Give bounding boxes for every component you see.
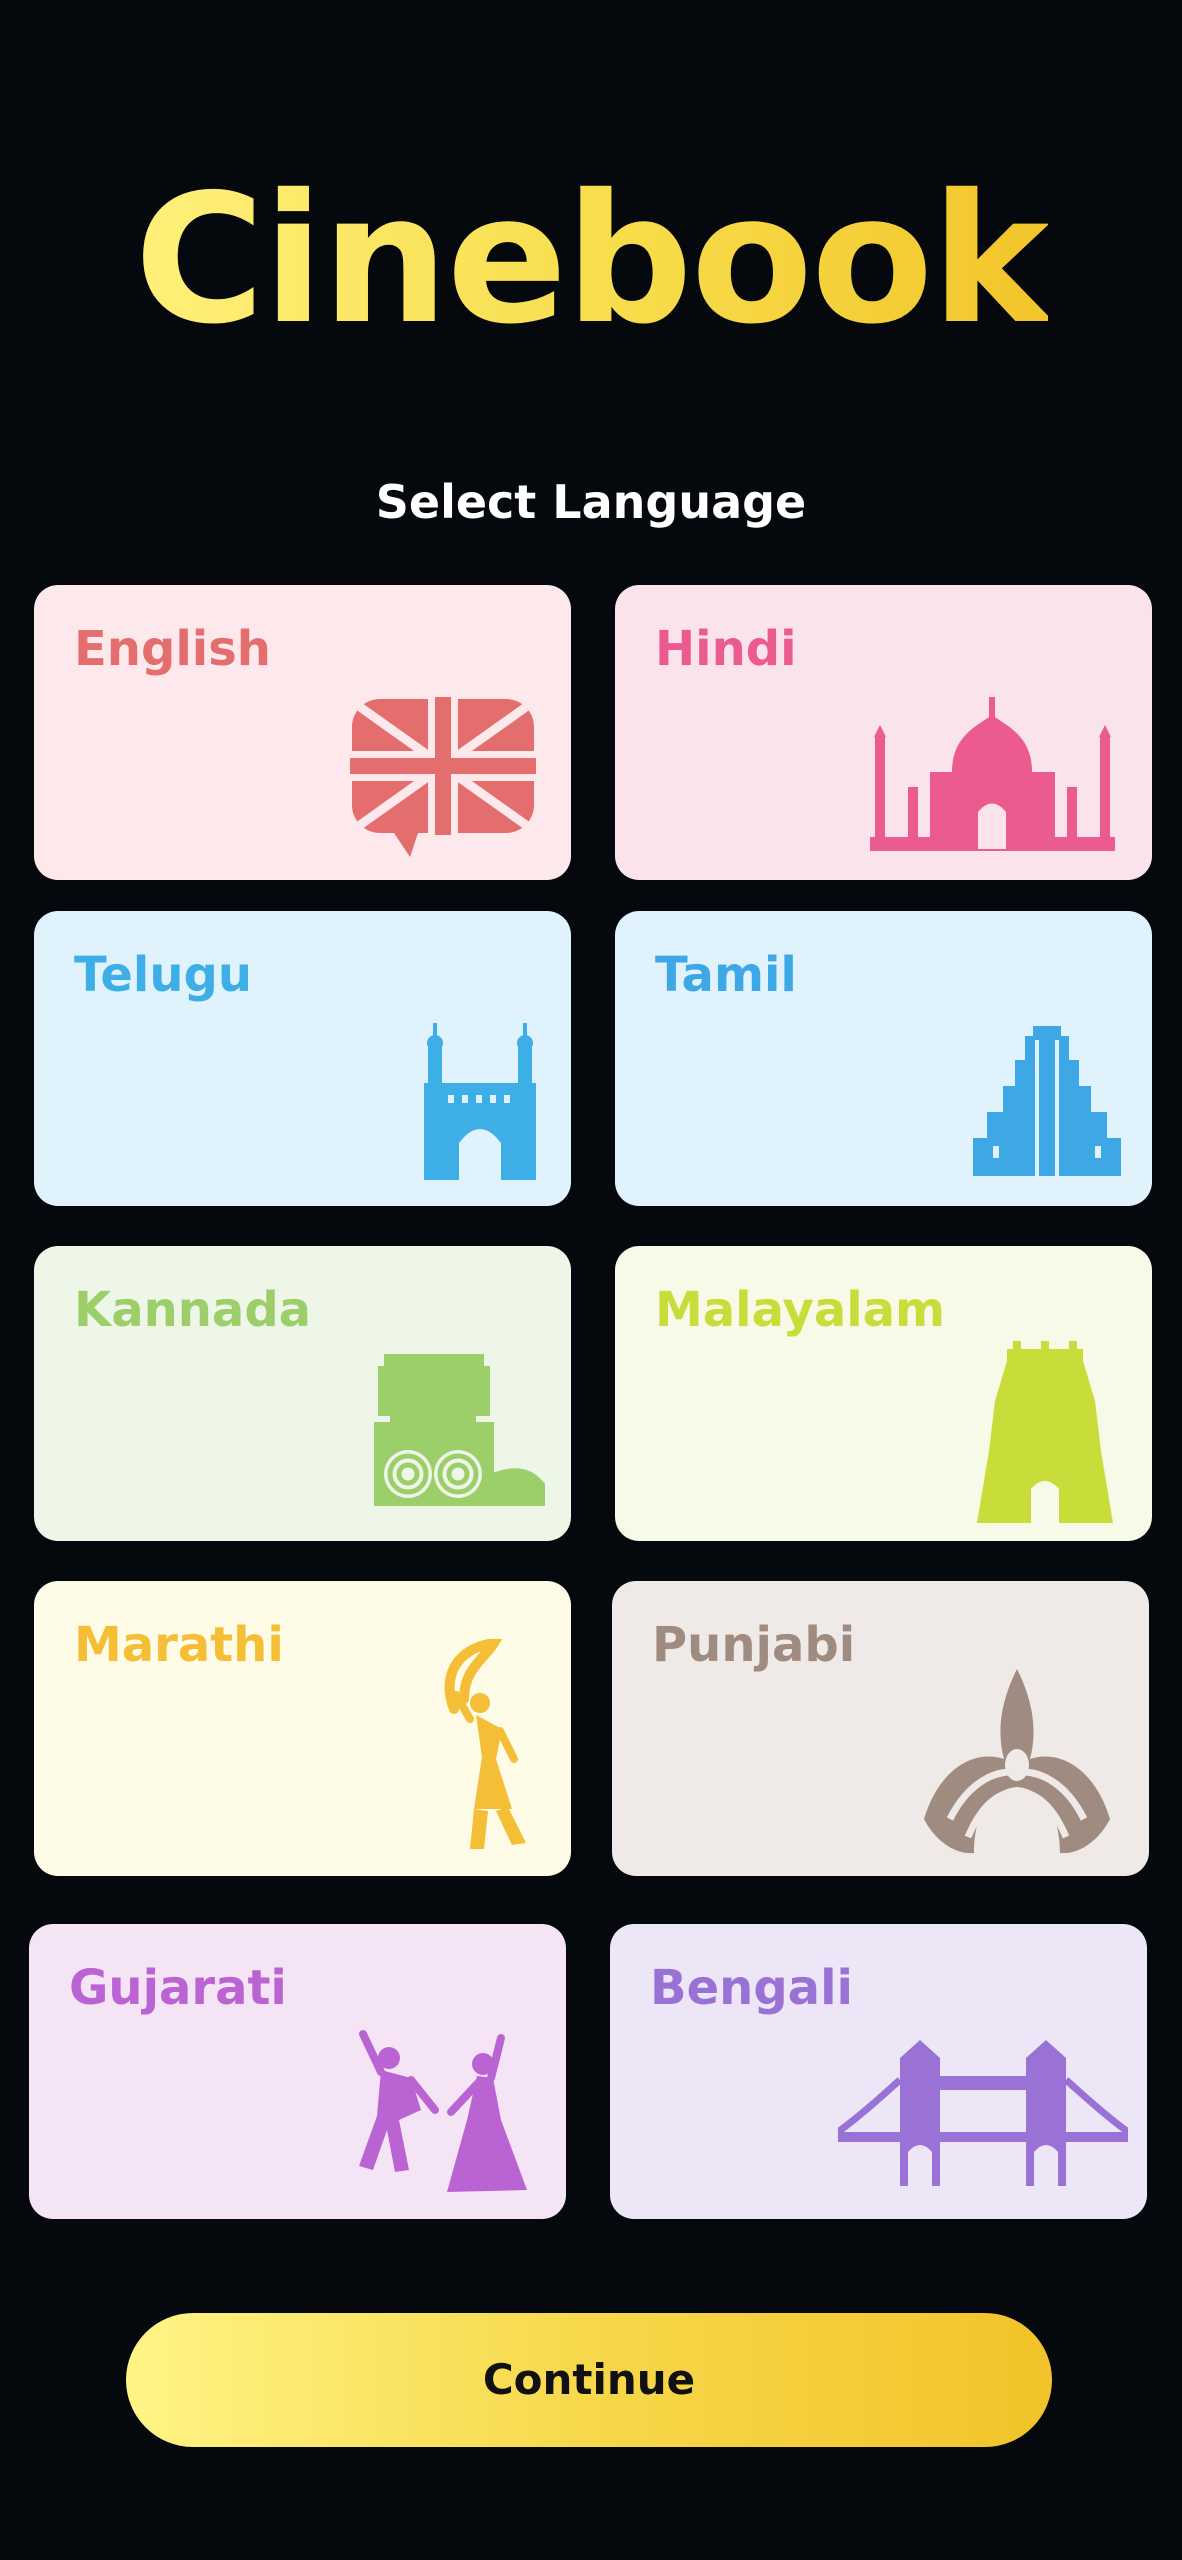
language-label: Telugu — [74, 947, 253, 1003]
language-label: Punjabi — [652, 1617, 856, 1673]
continue-button[interactable]: Continue — [126, 2313, 1052, 2447]
language-card-marathi[interactable]: Marathi — [34, 1581, 571, 1876]
language-label: Kannada — [74, 1282, 312, 1338]
turban-icon — [924, 1669, 1110, 1854]
language-label: English — [74, 621, 271, 677]
language-card-hindi[interactable]: Hindi — [615, 585, 1152, 880]
uk-flag-speech-bubble-icon — [350, 697, 536, 857]
language-label: Gujarati — [69, 1960, 287, 2016]
language-label: Malayalam — [655, 1282, 946, 1338]
language-card-punjabi[interactable]: Punjabi — [612, 1581, 1149, 1876]
language-label: Marathi — [74, 1617, 284, 1673]
language-label: Hindi — [655, 621, 797, 677]
garba-dancers-icon — [359, 2030, 527, 2192]
language-card-malayalam[interactable]: Malayalam — [615, 1246, 1152, 1541]
lavani-dancer-icon — [444, 1639, 526, 1849]
hampi-stone-chariot-icon — [374, 1354, 545, 1506]
language-card-english[interactable]: English — [34, 585, 571, 880]
language-label: Bengali — [650, 1960, 853, 2016]
language-card-gujarati[interactable]: Gujarati — [29, 1924, 566, 2219]
charminar-icon — [424, 1023, 536, 1180]
language-label: Tamil — [655, 947, 797, 1003]
language-card-kannada[interactable]: Kannada — [34, 1246, 571, 1541]
language-card-telugu[interactable]: Telugu — [34, 911, 571, 1206]
select-language-heading: Select Language — [375, 475, 807, 529]
howrah-bridge-icon — [838, 2040, 1128, 2186]
taj-mahal-icon — [870, 697, 1115, 851]
language-card-tamil[interactable]: Tamil — [615, 911, 1152, 1206]
tamil-temple-gopuram-icon — [973, 1026, 1121, 1176]
language-card-bengali[interactable]: Bengali — [610, 1924, 1147, 2219]
kerala-temple-icon — [977, 1341, 1113, 1523]
app-title: Cinebook — [134, 156, 1049, 363]
